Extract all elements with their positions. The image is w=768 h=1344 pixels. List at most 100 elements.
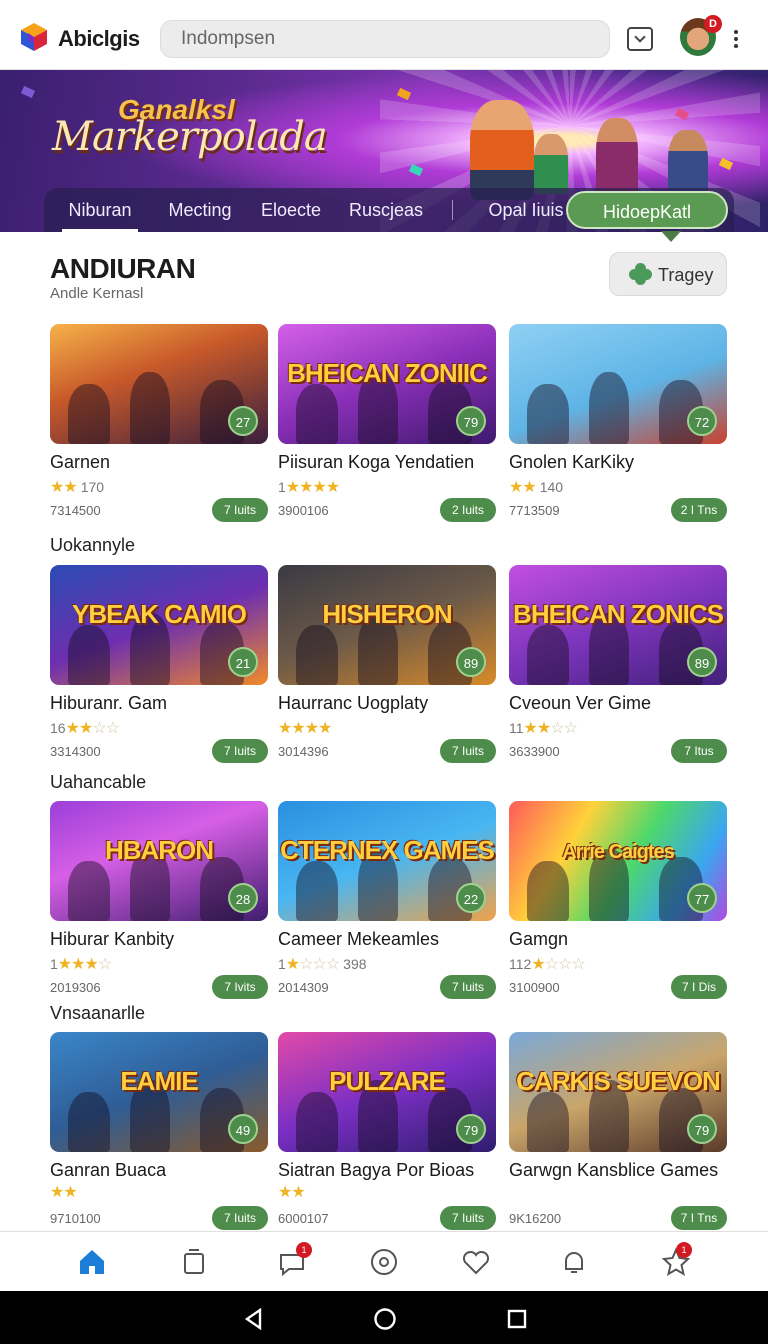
game-title[interactable]: Garnen (50, 451, 280, 473)
game-card[interactable]: EAMIE 49 Ganran Buaca ★★ 9710100 7 Iuits (50, 1032, 268, 1232)
play-pill-button[interactable]: 7 Iuits (440, 1206, 496, 1230)
rating-stars-icon: ★☆☆☆ (531, 956, 585, 973)
play-pill-button[interactable]: 7 Iuits (440, 975, 496, 999)
rating-row: 112★☆☆☆ (509, 954, 589, 974)
game-thumbnail[interactable]: HISHERON 89 (278, 565, 496, 685)
thumbnail-character (527, 1092, 569, 1152)
bell-icon[interactable] (558, 1246, 590, 1278)
game-card[interactable]: BHEICAN ZONIIC 79 Piisuran Koga Yendatien 1… (278, 324, 496, 524)
notification-badge: D (704, 15, 722, 33)
game-card[interactable]: YBEAK CAMIO 21 Hiburanr. Gam 16★★☆☆ 3314300 7… (50, 565, 268, 765)
rating-prefix: 16 (50, 720, 66, 736)
game-card[interactable]: 72 Gnolen KarKiky ★★ 140 7713509 2 I Tns (509, 324, 727, 524)
game-thumbnail[interactable]: CARKIS SUEVON 79 (509, 1032, 727, 1152)
thumbnail-title: BHEICAN ZONICS (513, 599, 724, 629)
game-thumbnail[interactable]: EAMIE 49 (50, 1032, 268, 1152)
score-badge: 72 (687, 406, 717, 436)
bottom-navigation: 1 1 (0, 1231, 768, 1291)
inbox-icon[interactable] (627, 27, 653, 51)
play-pill-button[interactable]: 7 I Tns (671, 1206, 727, 1230)
game-card[interactable]: PULZARE 79 Siatran Bagya Por Bioas ★★ 600010… (278, 1032, 496, 1232)
rating-stars-icon: ★☆☆☆ (285, 956, 340, 973)
game-thumbnail[interactable]: YBEAK CAMIO 21 (50, 565, 268, 685)
heart-icon[interactable] (460, 1246, 492, 1278)
game-title[interactable]: Ganran Buaca (50, 1159, 280, 1181)
home-system-icon[interactable] (373, 1307, 397, 1331)
row-label: Uahancable (50, 772, 147, 792)
game-card[interactable]: CARKIS SUEVON 79 Garwgn Kansblice Games 9K1… (509, 1032, 727, 1232)
thumbnail-title: Arrie Caigtes (562, 841, 675, 863)
play-pill-button[interactable]: 7 Iuits (212, 1206, 268, 1230)
active-tab-pointer (661, 231, 681, 242)
home-icon[interactable] (76, 1246, 108, 1278)
game-card[interactable]: Arrie Caigtes 77 Gamgn 112★☆☆☆ 3100900 7 I Di… (509, 801, 727, 1001)
score-badge: 49 (228, 1114, 258, 1144)
rating-stars-icon: ★★★☆ (57, 956, 112, 973)
score-badge: 79 (456, 1114, 486, 1144)
play-pill-button[interactable]: 7 Iuits (212, 498, 268, 522)
game-thumbnail[interactable]: 72 (509, 324, 727, 444)
play-pill-button[interactable]: 7 Iuits (440, 739, 496, 763)
game-title[interactable]: Hiburanr. Gam (50, 692, 280, 714)
play-count: 3633900 (509, 744, 560, 759)
game-thumbnail[interactable]: HBARON 28 (50, 801, 268, 921)
chat-badge: 1 (296, 1242, 312, 1258)
tab-mecting[interactable]: Mecting (156, 188, 244, 232)
library-icon[interactable] (178, 1246, 210, 1278)
play-pill-button[interactable]: 2 I Tns (671, 498, 727, 522)
play-count: 2019306 (50, 980, 101, 995)
rating-row: 11★★☆☆ (509, 718, 581, 738)
game-card[interactable]: 27 Garnen ★★ 170 7314500 7 Iuits (50, 324, 268, 524)
filter-button[interactable]: Tragey (609, 252, 727, 296)
game-thumbnail[interactable]: BHEICAN ZONIIC 79 (278, 324, 496, 444)
rating-count: 398 (343, 956, 367, 972)
game-title[interactable]: Hiburar Kanbity (50, 928, 280, 950)
game-title[interactable]: Gnolen KarKiky (509, 451, 739, 473)
play-pill-button[interactable]: 7 Ivits (212, 975, 268, 999)
recents-icon[interactable] (505, 1307, 529, 1331)
search-input[interactable] (160, 20, 610, 58)
thumbnail-character (527, 861, 569, 921)
more-options-icon[interactable] (730, 28, 742, 50)
game-title[interactable]: Cveoun Ver Gime (509, 692, 739, 714)
thumbnail-character (296, 625, 338, 685)
game-card[interactable]: CTERNEX GAMES 22 Cameer Mekeamles 1★☆☆☆ 398 2… (278, 801, 496, 1001)
score-badge: 79 (456, 406, 486, 436)
game-title[interactable]: Piisuran Koga Yendatien (278, 451, 508, 473)
rating-stars-icon: ★★★★ (285, 479, 340, 496)
game-thumbnail[interactable]: CTERNEX GAMES 22 (278, 801, 496, 921)
game-thumbnail[interactable]: Arrie Caigtes 77 (509, 801, 727, 921)
tab-eloecte[interactable]: Eloecte (250, 188, 332, 232)
game-thumbnail[interactable]: 27 (50, 324, 268, 444)
play-pill-button[interactable]: 7 Itus (671, 739, 727, 763)
play-pill-button[interactable]: 2 Iuits (440, 498, 496, 522)
game-title[interactable]: Garwgn Kansblice Games (509, 1159, 739, 1181)
app-logo-icon[interactable] (20, 22, 48, 52)
hero-banner[interactable]: Ganalksl Markerpolada Niburan Mecting El… (0, 70, 768, 232)
tab-opal-iiuis[interactable]: Opal Iiuis (474, 188, 578, 232)
game-thumbnail[interactable]: BHEICAN ZONICS 89 (509, 565, 727, 685)
rating-prefix: 1 (278, 479, 286, 495)
play-pill-button[interactable]: 7 I Dis (671, 975, 727, 999)
play-count: 3100900 (509, 980, 560, 995)
game-card[interactable]: HBARON 28 Hiburar Kanbity 1★★★☆ 2019306 7 Ivi… (50, 801, 268, 1001)
play-pill-button[interactable]: 7 Iuits (212, 739, 268, 763)
game-title[interactable]: Siatran Bagya Por Bioas (278, 1159, 508, 1181)
game-title[interactable]: Haurranc Uogplaty (278, 692, 508, 714)
score-badge: 79 (687, 1114, 717, 1144)
game-card[interactable]: HISHERON 89 Haurranc Uogplaty ★★★★ 3014396 7 … (278, 565, 496, 765)
play-count: 9710100 (50, 1211, 101, 1226)
game-title[interactable]: Gamgn (509, 928, 739, 950)
disc-icon[interactable] (368, 1246, 400, 1278)
back-icon[interactable] (242, 1307, 266, 1331)
game-thumbnail[interactable]: PULZARE 79 (278, 1032, 496, 1152)
score-badge: 77 (687, 883, 717, 913)
category-tabs: Niburan Mecting Eloecte Ruscjeas Opal Ii… (44, 188, 734, 232)
game-title[interactable]: Cameer Mekeamles (278, 928, 508, 950)
rating-row: ★★ (50, 1182, 81, 1202)
tab-hidoepkatl[interactable]: HidoepKatl (566, 191, 728, 229)
tab-niburan[interactable]: Niburan (54, 188, 146, 232)
rating-prefix: 1 (278, 956, 286, 972)
game-card[interactable]: BHEICAN ZONICS 89 Cveoun Ver Gime 11★★☆☆ 363… (509, 565, 727, 765)
tab-ruscjeas[interactable]: Ruscjeas (340, 188, 432, 232)
